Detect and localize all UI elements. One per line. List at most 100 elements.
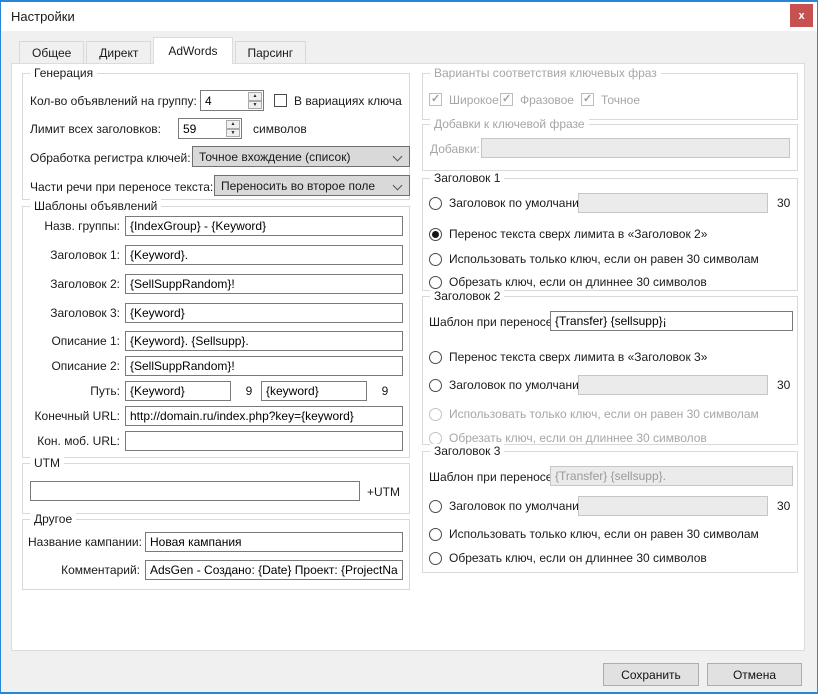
group-headline1: Заголовок 1 Заголовок по умолчанию: 30 П…	[422, 178, 798, 291]
headline3-template-label: Заголовок 3:	[28, 303, 120, 323]
utm-input[interactable]	[30, 481, 360, 501]
phrase-match-checkbox: Фразовое	[500, 91, 574, 108]
path2-input[interactable]	[261, 381, 367, 401]
group-ad-templates: Шаблоны объявлений Назв. группы: Заголов…	[22, 206, 410, 458]
cancel-button[interactable]: Отмена	[707, 663, 802, 686]
ads-per-group-input[interactable]	[201, 91, 247, 110]
h3-transfer-template-label: Шаблон при переносе:	[429, 467, 556, 487]
h1-transfer-radio[interactable]: Перенос текста сверх лимита в «Заголовок…	[429, 224, 707, 244]
description1-label: Описание 1:	[28, 331, 120, 351]
description2-label: Описание 2:	[28, 356, 120, 376]
spin-down-button[interactable]: ▼	[248, 101, 262, 110]
save-button[interactable]: Сохранить	[603, 663, 699, 686]
group-additions-title: Добавки к ключевой фразе	[430, 117, 589, 132]
radio-icon	[429, 351, 442, 364]
headline-limit-stepper[interactable]: ▲ ▼	[178, 118, 242, 139]
radio-icon	[429, 197, 442, 210]
h1-transfer-label: Перенос текста сверх лимита в «Заголовок…	[449, 227, 707, 241]
h3-only-key-radio[interactable]: Использовать только ключ, если он равен …	[429, 524, 759, 544]
h2-transfer-label: Перенос текста сверх лимита в «Заголовок…	[449, 350, 707, 364]
radio-selected-icon	[429, 228, 442, 241]
h3-trim-label: Обрезать ключ, если он длиннее 30 символ…	[449, 551, 707, 565]
additions-input	[481, 138, 790, 158]
mobile-url-label: Кон. моб. URL:	[28, 431, 120, 451]
tab-page-adwords: Генерация Кол-во объявлений на группу: ▲…	[11, 63, 805, 651]
group-headline1-title: Заголовок 1	[430, 171, 504, 186]
h2-only-key-label: Использовать только ключ, если он равен …	[449, 407, 759, 421]
radio-icon	[429, 500, 442, 513]
group-utm: UTM +UTM	[22, 463, 410, 514]
comment-input[interactable]	[145, 560, 403, 580]
add-utm-button[interactable]: +UTM	[367, 482, 400, 502]
group-headline3-title: Заголовок 3	[430, 444, 504, 459]
path1-input[interactable]	[125, 381, 231, 401]
group-name-input[interactable]	[125, 216, 403, 236]
ads-per-group-label: Кол-во объявлений на группу:	[30, 91, 197, 111]
spin-up-button[interactable]: ▲	[248, 92, 262, 101]
h2-transfer-template-input[interactable]	[550, 311, 793, 331]
tab-label: Общее	[32, 46, 71, 60]
description2-input[interactable]	[125, 356, 403, 376]
h2-transfer-radio[interactable]: Перенос текста сверх лимита в «Заголовок…	[429, 347, 707, 367]
tab-parsing[interactable]: Парсинг	[235, 41, 307, 63]
case-handling-select[interactable]: Точное вхождение (список)	[192, 146, 410, 167]
headline-limit-input[interactable]	[179, 119, 225, 138]
settings-window: Настройки x Общее Директ AdWords Парсинг…	[0, 0, 818, 694]
final-url-label: Конечный URL:	[28, 406, 120, 426]
checkbox-icon	[274, 94, 287, 107]
chevron-down-icon	[393, 152, 403, 162]
h2-default-radio[interactable]: Заголовок по умолчанию:	[429, 375, 591, 395]
ads-per-group-stepper[interactable]: ▲ ▼	[200, 90, 264, 111]
tab-label: Директ	[99, 46, 138, 60]
group-additions: Добавки к ключевой фразе Добавки:	[422, 124, 798, 171]
tab-adwords[interactable]: AdWords	[153, 37, 232, 64]
group-name-label: Назв. группы:	[28, 216, 120, 236]
group-headline2-title: Заголовок 2	[430, 289, 504, 304]
h1-default-input	[578, 193, 768, 213]
final-url-input[interactable]	[125, 406, 403, 426]
radio-disabled-icon	[429, 432, 442, 445]
spin-up-button[interactable]: ▲	[226, 120, 240, 129]
case-handling-value: Точное вхождение (список)	[199, 150, 350, 164]
tab-label: AdWords	[168, 44, 217, 58]
group-headline2: Заголовок 2 Шаблон при переносе: Перенос…	[422, 296, 798, 445]
h2-limit-label: 30	[777, 375, 790, 395]
group-other: Другое Название кампании: Комментарий:	[22, 519, 410, 590]
group-generation-title: Генерация	[30, 66, 97, 81]
h1-only-key-radio[interactable]: Использовать только ключ, если он равен …	[429, 249, 759, 269]
group-match-types-title: Варианты соответствия ключевых фраз	[430, 66, 661, 81]
titlebar: Настройки x	[1, 2, 817, 31]
headline2-template-input[interactable]	[125, 274, 403, 294]
h3-trim-radio[interactable]: Обрезать ключ, если он длиннее 30 символ…	[429, 548, 707, 568]
spin-buttons: ▲ ▼	[225, 119, 241, 138]
h3-default-radio[interactable]: Заголовок по умолчанию:	[429, 496, 591, 516]
description1-input[interactable]	[125, 331, 403, 351]
h2-trim-label: Обрезать ключ, если он длиннее 30 символ…	[449, 431, 707, 445]
headline-limit-label: Лимит всех заголовков:	[30, 119, 161, 139]
headline3-template-input[interactable]	[125, 303, 403, 323]
h1-trim-label: Обрезать ключ, если он длиннее 30 символ…	[449, 275, 707, 289]
parts-of-speech-select[interactable]: Переносить во второе поле	[214, 175, 410, 196]
h1-limit-label: 30	[777, 193, 790, 213]
h1-default-label: Заголовок по умолчанию:	[449, 196, 591, 210]
radio-icon	[429, 528, 442, 541]
headline1-template-label: Заголовок 1:	[28, 245, 120, 265]
exact-match-checkbox: Точное	[581, 91, 640, 108]
checkbox-checked-icon	[429, 93, 442, 106]
campaign-name-label: Название кампании:	[28, 532, 140, 552]
tab-obshchee[interactable]: Общее	[19, 41, 84, 63]
window-title: Настройки	[11, 9, 75, 24]
h3-limit-label: 30	[777, 496, 790, 516]
group-utm-title: UTM	[30, 456, 64, 471]
spin-down-button[interactable]: ▼	[226, 129, 240, 138]
h1-default-radio[interactable]: Заголовок по умолчанию:	[429, 193, 591, 213]
close-button[interactable]: x	[790, 4, 813, 27]
tab-direkt[interactable]: Директ	[86, 41, 151, 63]
h2-transfer-template-label: Шаблон при переносе:	[429, 312, 556, 332]
exact-match-label: Точное	[601, 93, 640, 107]
campaign-name-input[interactable]	[145, 532, 403, 552]
headline1-template-input[interactable]	[125, 245, 403, 265]
key-variations-checkbox[interactable]: В вариациях ключа	[274, 92, 402, 109]
close-icon: x	[798, 10, 804, 22]
mobile-url-input[interactable]	[125, 431, 403, 451]
